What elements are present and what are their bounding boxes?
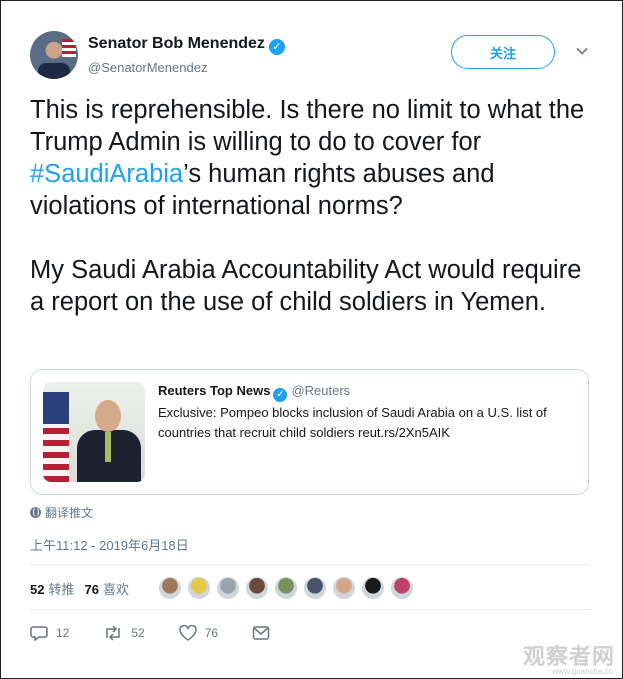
tweet-text: This is reprehensible. Is there no limit… [30, 94, 595, 318]
like-button[interactable]: 76 [178, 625, 219, 641]
quoted-tweet-image[interactable] [43, 382, 145, 482]
translate-label[interactable]: 翻译推文 [45, 504, 93, 521]
author-name-text[interactable]: Senator Bob Menendez [88, 35, 265, 52]
liker-avatar[interactable] [361, 576, 385, 600]
verified-icon: ✓ [273, 388, 288, 402]
quoted-tweet-text: Exclusive: Pompeo blocks inclusion of Sa… [158, 405, 547, 440]
reply-count: 12 [56, 626, 70, 640]
like-stat-count: 76 [84, 582, 99, 597]
retweet-button[interactable]: 52 [103, 625, 145, 641]
like-stat[interactable]: 76 喜欢 [84, 579, 128, 598]
envelope-icon [252, 626, 270, 640]
heart-icon [178, 625, 197, 641]
quoted-author-name: Reuters Top News [158, 383, 271, 398]
like-stat-label: 喜欢 [102, 582, 129, 597]
watermark-url: www.guancha.cn [552, 667, 613, 676]
translate-link[interactable]: 翻译推文 [30, 504, 93, 521]
chevron-down-icon[interactable] [574, 44, 590, 60]
reply-button[interactable]: 12 [30, 625, 69, 641]
liker-avatar[interactable] [158, 576, 182, 600]
message-button[interactable] [252, 625, 278, 641]
like-count: 76 [204, 626, 219, 640]
divider [30, 609, 590, 610]
liker-avatar[interactable] [303, 576, 327, 600]
liker-avatar[interactable] [332, 576, 356, 600]
liker-avatar[interactable] [245, 576, 269, 600]
retweet-icon [106, 625, 121, 641]
engagement-stats: 52 转推 76 喜欢 [30, 579, 139, 598]
retweet-stat-count: 52 [30, 582, 45, 597]
retweet-stat-label: 转推 [48, 582, 75, 597]
flag-decoration [62, 39, 76, 57]
tweet-timestamp[interactable]: 上午11:12 - 2019年6月18日 [30, 535, 189, 554]
tweet-text-before: This is reprehensible. Is there no limit… [30, 96, 591, 156]
globe-icon [30, 507, 41, 518]
quoted-tweet-card[interactable]: Reuters Top News ✓ @Reuters Exclusive: Pom… [30, 369, 589, 495]
flag-decoration [43, 392, 69, 482]
hashtag-link[interactable]: #SaudiArabia [30, 160, 183, 188]
reply-icon [30, 626, 48, 641]
liker-avatar[interactable] [187, 576, 211, 600]
liker-avatars [158, 576, 419, 600]
divider [30, 564, 590, 565]
retweet-stat[interactable]: 52 转推 [30, 579, 74, 598]
person-head [95, 400, 121, 432]
author-handle[interactable]: @SenatorMenendez [88, 60, 207, 75]
follow-button[interactable]: 关注 [451, 35, 555, 69]
author-name[interactable]: Senator Bob Menendez ✓ [88, 35, 285, 55]
liker-avatar[interactable] [216, 576, 240, 600]
liker-avatar[interactable] [274, 576, 298, 600]
author-avatar[interactable] [30, 31, 78, 79]
verified-icon: ✓ [268, 39, 285, 55]
quoted-tweet-header: Reuters Top News ✓ @Reuters [158, 383, 350, 402]
liker-avatar[interactable] [390, 576, 414, 600]
quoted-author-handle: @Reuters [291, 383, 351, 398]
tie [105, 432, 111, 462]
retweet-count: 52 [131, 626, 145, 640]
avatar-suit [38, 63, 70, 79]
tweet-actions: 12 52 76 [30, 625, 312, 641]
